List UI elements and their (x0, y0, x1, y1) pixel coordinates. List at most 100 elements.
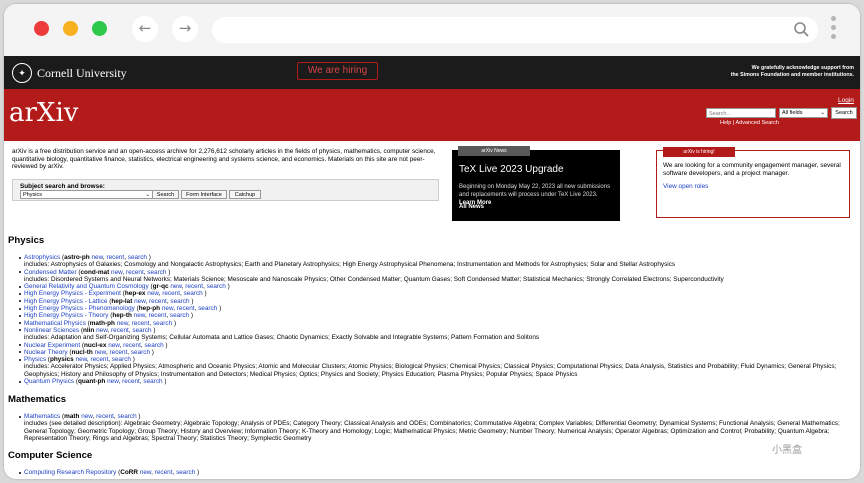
search-link[interactable]: search (144, 342, 163, 349)
search-field-select[interactable]: All fields ⌄ (779, 108, 828, 118)
new-link[interactable]: new (134, 312, 145, 319)
new-link[interactable]: new (140, 469, 151, 476)
maximize-window-dot[interactable] (92, 21, 107, 36)
category-link[interactable]: Quantum Physics (24, 378, 74, 385)
category-code: hep-lat (111, 297, 133, 305)
search-link[interactable]: search (184, 290, 203, 297)
search-link[interactable]: search (207, 283, 226, 290)
search-link[interactable]: search (170, 312, 189, 319)
category-link[interactable]: High Energy Physics - Experiment (24, 290, 121, 297)
search-link[interactable]: search (176, 469, 195, 476)
new-link[interactable]: new (95, 349, 106, 356)
support-acknowledgement[interactable]: We gratefully acknowledge support from t… (731, 65, 854, 78)
search-input[interactable]: Search... (706, 108, 776, 118)
category-link[interactable]: High Energy Physics - Theory (24, 312, 108, 319)
search-link[interactable]: search (128, 254, 147, 261)
category-item: Condensed Matter (cond-mat new, recent, … (18, 269, 836, 276)
category-item: High Energy Physics - Lattice (hep-lat n… (18, 297, 836, 305)
support-line-2: the Simons Foundation and member institu… (730, 71, 854, 78)
recent-link[interactable]: recent (111, 327, 129, 334)
cornell-university-link[interactable]: Cornell University (37, 66, 127, 81)
recent-link[interactable]: recent (185, 283, 203, 290)
category-link[interactable]: Nonlinear Sciences (24, 327, 79, 334)
category-link[interactable]: High Energy Physics - Lattice (24, 298, 107, 305)
new-link[interactable]: new (162, 305, 173, 312)
category-link[interactable]: Mathematics (24, 413, 60, 420)
new-link[interactable]: new (117, 320, 128, 327)
search-link[interactable]: search (112, 356, 131, 363)
recent-link[interactable]: recent (110, 349, 128, 356)
all-news-link[interactable]: All News (459, 204, 484, 210)
hiring-tab: arXiv is hiring! (663, 147, 735, 157)
new-link[interactable]: new (170, 283, 181, 290)
category-includes: includes: Astrophysics of Galaxies; Cosm… (24, 261, 676, 269)
search-link[interactable]: search (147, 269, 166, 276)
recent-link[interactable]: recent (122, 378, 140, 385)
recent-link[interactable]: recent (96, 413, 114, 420)
recent-link[interactable]: recent (123, 342, 141, 349)
catchup-button[interactable]: Catchup (229, 190, 261, 199)
login-link[interactable]: Login (838, 97, 854, 104)
category-code: math-ph (89, 319, 115, 327)
close-window-dot[interactable] (34, 21, 49, 36)
category-item: Mathematical Physics (math-ph new, recen… (18, 319, 836, 327)
address-bar[interactable] (212, 17, 818, 43)
new-link[interactable]: new (76, 356, 87, 363)
category-link[interactable]: Mathematical Physics (24, 320, 86, 327)
minimize-window-dot[interactable] (63, 21, 78, 36)
subject-search-button[interactable]: Search (152, 190, 179, 199)
new-link[interactable]: new (96, 327, 107, 334)
view-open-roles-link[interactable]: View open roles (663, 183, 708, 190)
recent-link[interactable]: recent (106, 254, 124, 261)
subject-select[interactable]: Physics ⌄ (20, 190, 153, 199)
intro-text: arXiv is a free distribution service and… (12, 148, 436, 171)
search-link[interactable]: search (117, 413, 136, 420)
forward-arrow-icon[interactable]: → (172, 16, 198, 42)
search-field-value: All fields (782, 110, 803, 116)
new-link[interactable]: new (92, 254, 103, 261)
search-link[interactable]: search (143, 378, 162, 385)
recent-link[interactable]: recent (90, 356, 108, 363)
recent-link[interactable]: recent (177, 305, 195, 312)
category-item: Mathematics (math new, recent, search ) (19, 413, 840, 420)
news-title[interactable]: TeX Live 2023 Upgrade (459, 164, 564, 175)
search-link[interactable]: search (132, 327, 151, 334)
search-link[interactable]: search (198, 305, 217, 312)
recent-link[interactable]: recent (132, 320, 150, 327)
search-link[interactable]: search (170, 298, 189, 305)
search-link[interactable]: search (131, 349, 150, 356)
category-link[interactable]: Computing Research Repository (24, 469, 116, 476)
more-options-icon[interactable] (831, 16, 837, 44)
recent-link[interactable]: recent (149, 298, 167, 305)
category-link[interactable]: Astrophysics (24, 254, 60, 261)
category-link[interactable]: Condensed Matter (24, 269, 77, 276)
new-link[interactable]: new (134, 298, 145, 305)
category-link[interactable]: High Energy Physics - Phenomenology (24, 305, 135, 312)
new-link[interactable]: new (107, 378, 118, 385)
new-link[interactable]: new (108, 342, 119, 349)
new-link[interactable]: new (111, 269, 122, 276)
mathematics-heading: Mathematics (8, 394, 67, 405)
hiring-panel: arXiv is hiring! We are looking for a co… (656, 147, 850, 218)
back-arrow-icon[interactable]: ← (132, 16, 158, 42)
new-link[interactable]: new (81, 413, 92, 420)
search-link[interactable]: search (153, 320, 172, 327)
form-interface-button[interactable]: Form Interface (181, 190, 227, 199)
recent-link[interactable]: recent (155, 469, 173, 476)
arxiv-logo[interactable]: arXiv (9, 98, 78, 128)
help-advanced-search-links[interactable]: Help | Advanced Search (720, 120, 779, 126)
search-icon[interactable] (792, 20, 812, 40)
main-content: arXiv is a free distribution service and… (4, 141, 860, 479)
recent-link[interactable]: recent (126, 269, 144, 276)
category-link[interactable]: Nuclear Experiment (24, 342, 80, 349)
recent-link[interactable]: recent (162, 290, 180, 297)
category-item: Nonlinear Sciences (nlin new, recent, se… (18, 327, 836, 334)
search-button[interactable]: Search (831, 107, 857, 119)
recent-link[interactable]: recent (149, 312, 167, 319)
new-link[interactable]: new (147, 290, 158, 297)
category-link[interactable]: General Relativity and Quantum Cosmology (24, 283, 149, 290)
category-link[interactable]: Nuclear Theory (24, 349, 68, 356)
we-are-hiring-button[interactable]: We are hiring (297, 62, 378, 80)
subject-search-label: Subject search and browse: (20, 183, 105, 190)
category-link[interactable]: Physics (24, 356, 46, 363)
